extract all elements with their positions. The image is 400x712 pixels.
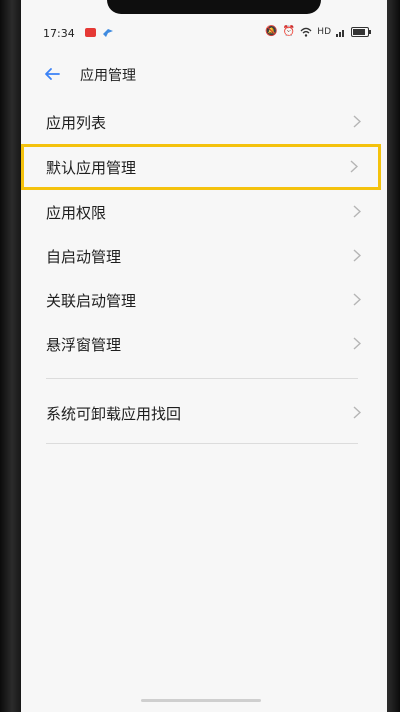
menu-item-label: 关联启动管理 — [46, 292, 137, 310]
menu-item-label: 应用列表 — [46, 114, 107, 132]
back-arrow-icon[interactable] — [41, 63, 63, 85]
notification-bird-icon — [103, 29, 113, 37]
menu-item-associated-launch[interactable]: 关联启动管理 — [21, 278, 387, 322]
chevron-right-icon — [353, 337, 361, 350]
chevron-right-icon — [353, 205, 361, 218]
mute-icon: 🔕 — [265, 26, 278, 37]
section-divider — [46, 378, 358, 379]
menu-item-recover-system-apps[interactable]: 系统可卸载应用找回 — [21, 391, 387, 435]
settings-menu: 应用列表 默认应用管理 应用权限 自启动管理 关联启动管理 悬浮窗管理 系统可卸… — [21, 100, 387, 444]
menu-item-default-apps[interactable]: 默认应用管理 — [21, 144, 381, 190]
device-frame: 17:34 🔕 ⏰ HD 应用管理 应用列表 默认应用管理 应用权限 自启动管理… — [0, 0, 400, 712]
chevron-right-icon — [353, 406, 361, 419]
menu-item-label: 悬浮窗管理 — [46, 336, 122, 354]
chevron-right-icon — [353, 293, 361, 306]
chevron-right-icon — [353, 249, 361, 262]
battery-icon — [351, 27, 371, 37]
camera-notch — [107, 0, 321, 14]
status-time: 17:34 — [43, 27, 75, 40]
menu-item-label: 系统可卸载应用找回 — [46, 405, 182, 423]
menu-item-autostart[interactable]: 自启动管理 — [21, 234, 387, 278]
menu-item-label: 自启动管理 — [46, 248, 122, 266]
wifi-icon — [300, 27, 312, 37]
home-indicator — [141, 699, 261, 702]
menu-item-app-permissions[interactable]: 应用权限 — [21, 190, 387, 234]
top-app-bar: 应用管理 — [21, 58, 387, 90]
menu-item-label: 默认应用管理 — [46, 159, 137, 177]
section-divider — [46, 443, 358, 444]
alarm-icon: ⏰ — [282, 26, 296, 37]
chevron-right-icon — [350, 160, 358, 173]
phone-screen: 17:34 🔕 ⏰ HD 应用管理 应用列表 默认应用管理 应用权限 自启动管理… — [21, 0, 387, 712]
notification-app-icon — [85, 28, 96, 37]
status-icons: 🔕 ⏰ HD — [265, 25, 371, 39]
chevron-right-icon — [353, 115, 361, 128]
page-title: 应用管理 — [80, 68, 136, 84]
signal-icon — [336, 29, 344, 37]
status-bar: 17:34 🔕 ⏰ HD — [21, 20, 387, 46]
menu-item-floating-window[interactable]: 悬浮窗管理 — [21, 322, 387, 366]
network-label: HD — [317, 27, 331, 37]
menu-item-app-list[interactable]: 应用列表 — [21, 100, 387, 144]
menu-item-label: 应用权限 — [46, 204, 107, 222]
